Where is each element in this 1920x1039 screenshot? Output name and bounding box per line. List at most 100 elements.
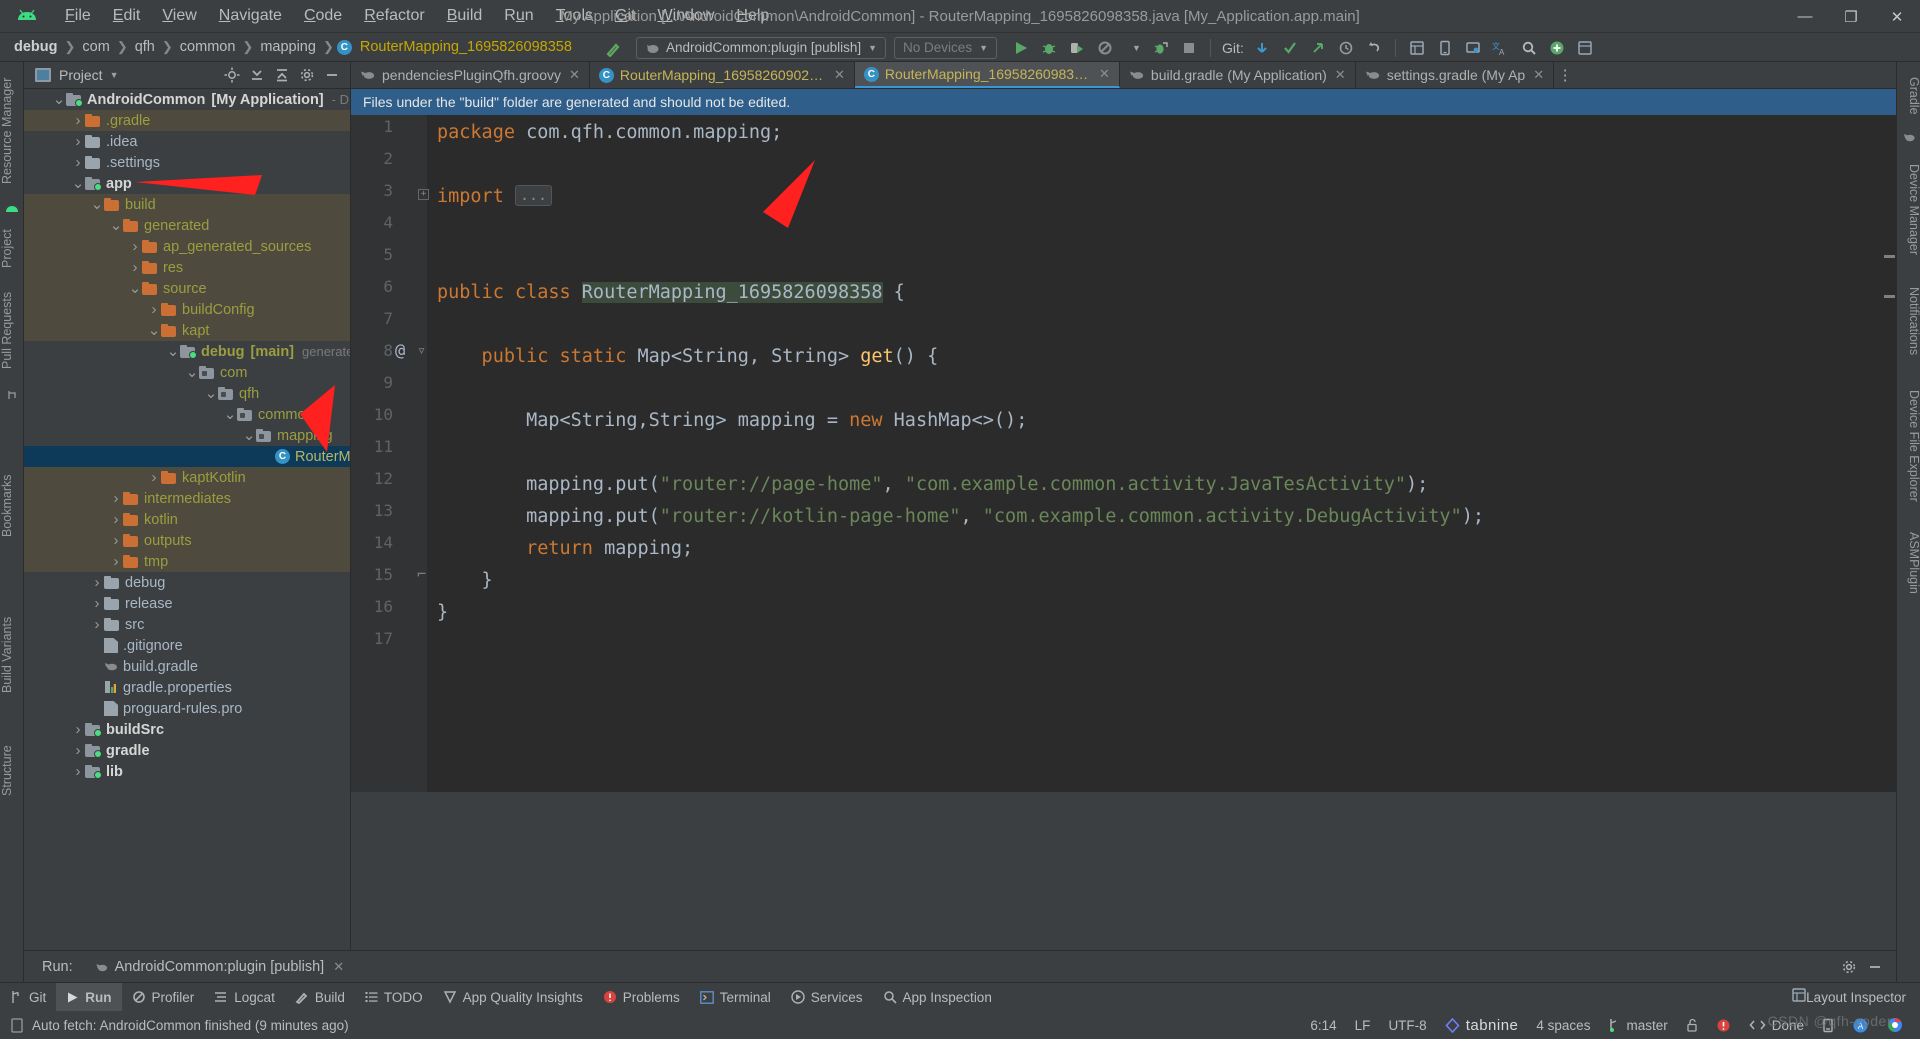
line-separator[interactable]: LF [1346, 1018, 1380, 1033]
error-icon[interactable] [1707, 1018, 1740, 1033]
editor-tab-0[interactable]: pendenciesPluginQfh.groovy ✕ [351, 62, 590, 88]
locate-icon[interactable] [219, 64, 244, 86]
tree-node-app[interactable]: ⌄ app [24, 173, 350, 194]
tree-node-buildconfig[interactable]: › buildConfig [24, 299, 350, 320]
git-commit-icon[interactable] [1276, 36, 1304, 60]
menu-refactor[interactable]: Refactor [353, 4, 435, 28]
tree-node-kapt[interactable]: ⌄ kapt [24, 320, 350, 341]
chevron-right-icon[interactable]: › [71, 740, 85, 761]
history-icon[interactable] [1332, 36, 1360, 60]
tree-node--idea[interactable]: › .idea [24, 131, 350, 152]
bottom-tab-run[interactable]: Run [56, 982, 122, 1012]
chevron-down-icon[interactable]: ⌄ [166, 341, 180, 362]
chevron-down-icon[interactable]: ⌄ [90, 194, 104, 215]
run-panel-tools[interactable] [1836, 955, 1896, 979]
chevron-down-icon[interactable]: ⌄ [128, 278, 142, 299]
bottom-tab-logcat[interactable]: Logcat [204, 983, 285, 1012]
bottom-tab-terminal[interactable]: Terminal [690, 983, 781, 1012]
bottom-tool-window-bar[interactable]: Git Run Profiler Logcat Build TODO App Quality… [0, 982, 1920, 1012]
tree-node-qfh[interactable]: ⌄ qfh [24, 383, 350, 404]
tree-node--gradle[interactable]: › .gradle [24, 110, 350, 131]
menu-edit[interactable]: Edit [102, 4, 152, 28]
sdk-manager-icon[interactable] [1459, 36, 1487, 60]
menu-git[interactable]: Git [604, 4, 646, 28]
tab-overflow-icon[interactable]: ⋮ [1554, 62, 1576, 88]
chevron-right-icon[interactable]: › [90, 572, 104, 593]
close-icon[interactable]: ✕ [1335, 67, 1346, 83]
bottom-tab-profiler[interactable]: Profiler [122, 983, 205, 1012]
git-update-icon[interactable] [1248, 36, 1276, 60]
menu-tools[interactable]: Tools [545, 4, 604, 28]
stripe-device-file-explorer[interactable]: Device File Explorer [1897, 376, 1920, 516]
breadcrumb[interactable]: debug ❯ com ❯ qfh ❯ common ❯ mapping ❯ C… [10, 37, 576, 57]
chevron-right-icon[interactable]: › [109, 509, 123, 530]
editor-tab-2[interactable]: C RouterMapping_1695826098358.java ✕ [854, 62, 1120, 88]
chevron-right-icon[interactable]: › [71, 761, 85, 782]
tree-node-buildsrc[interactable]: › buildSrc [24, 719, 350, 740]
chevron-right-icon[interactable]: › [71, 110, 85, 131]
stripe-project[interactable]: Project [0, 220, 24, 278]
translate-icon[interactable]: 文 A [1487, 36, 1515, 60]
bottom-tab-services[interactable]: Services [781, 983, 873, 1012]
editor-scrollbar[interactable] [1883, 115, 1896, 792]
tree-node-com[interactable]: ⌄ com [24, 362, 350, 383]
tree-node-lib[interactable]: › lib [24, 761, 350, 782]
bottom-tab-problems[interactable]: Problems [593, 983, 690, 1012]
tree-node--settings[interactable]: › .settings [24, 152, 350, 173]
editor-tab-3[interactable]: build.gradle (My Application) ✕ [1120, 62, 1356, 88]
tree-node-common[interactable]: ⌄ common [24, 404, 350, 425]
git-push-icon[interactable] [1304, 36, 1332, 60]
breadcrumb-common[interactable]: common [176, 37, 240, 57]
tree-node-mapping[interactable]: ⌄ mapping [24, 425, 350, 446]
caret-position[interactable]: 6:14 [1301, 1018, 1345, 1033]
maximize-button[interactable]: ❐ [1828, 0, 1874, 33]
close-icon[interactable]: ✕ [1533, 67, 1544, 83]
tree-node-gradle-properties[interactable]: gradle.properties [24, 677, 350, 698]
close-icon[interactable]: ✕ [333, 959, 344, 975]
chevron-right-icon[interactable]: › [128, 236, 142, 257]
tree-node-generated[interactable]: ⌄ generated [24, 215, 350, 236]
chevron-down-icon[interactable]: ⌄ [185, 362, 199, 383]
debug-icon[interactable] [1035, 36, 1063, 60]
tabnine-status[interactable]: tabnine [1436, 1017, 1528, 1034]
code-fold-icon[interactable]: ▿ [417, 341, 426, 359]
tree-node-androidcommon[interactable]: ⌄ AndroidCommon [My Application] - D:\Andro… [24, 89, 350, 110]
editor-tab-bar[interactable]: pendenciesPluginQfh.groovy ✕ C RouterMappin… [351, 62, 1896, 89]
collapse-all-icon[interactable] [269, 64, 294, 86]
breadcrumb-qfh[interactable]: qfh [131, 37, 159, 57]
editor-code-area[interactable]: package com.qfh.common.mapping; import ..… [427, 115, 1896, 792]
indent-setting[interactable]: 4 spaces [1527, 1018, 1599, 1033]
tree-node-tmp[interactable]: › tmp [24, 551, 350, 572]
menu-window[interactable]: Window [646, 4, 725, 28]
window-controls[interactable]: — ❐ ✕ [1782, 0, 1920, 33]
menu-code[interactable]: Code [293, 4, 353, 28]
chevron-down-icon[interactable]: ⌄ [52, 89, 66, 110]
right-tool-stripe[interactable]: Gradle Device Manager Notifications Devi… [1896, 62, 1920, 982]
chevron-right-icon[interactable]: › [109, 530, 123, 551]
chevron-down-icon[interactable]: ⌄ [223, 404, 237, 425]
menu-view[interactable]: View [151, 4, 207, 28]
chevron-right-icon[interactable]: › [90, 614, 104, 635]
breadcrumb-class[interactable]: RouterMapping_1695826098358 [356, 37, 576, 57]
profiler-dropdown-icon[interactable]: ▼ [1119, 36, 1147, 60]
chevron-down-icon[interactable]: ⌄ [71, 173, 85, 194]
tree-node-ap-generated-sources[interactable]: › ap_generated_sources [24, 236, 350, 257]
chevron-right-icon[interactable]: › [71, 131, 85, 152]
tree-node-debug[interactable]: ⌄ debug [main] generated sou [24, 341, 350, 362]
settings-icon[interactable] [1571, 36, 1599, 60]
chevron-down-icon[interactable]: ⌄ [109, 215, 123, 236]
chevron-down-icon[interactable]: ⌄ [242, 425, 256, 446]
chevron-right-icon[interactable]: › [90, 593, 104, 614]
bottom-tab-app-quality-insights[interactable]: App Quality Insights [433, 983, 593, 1012]
chevron-right-icon[interactable]: › [147, 299, 161, 320]
tree-node-src[interactable]: › src [24, 614, 350, 635]
chevron-right-icon[interactable]: › [128, 257, 142, 278]
tree-node-routermappin[interactable]: C RouterMappin [24, 446, 350, 467]
menu-run[interactable]: Run [493, 4, 544, 28]
bottom-tab-todo[interactable]: TODO [355, 983, 433, 1012]
menu-help[interactable]: Help [725, 4, 780, 28]
run-configuration-selector[interactable]: AndroidCommon:plugin [publish] ▼ [636, 36, 887, 59]
bottom-tab-build[interactable]: Build [285, 983, 355, 1012]
bottom-bar-right[interactable]: Layout Inspector [1792, 987, 1920, 1007]
stripe-asm-plugin[interactable]: ASMPlugin [1897, 522, 1920, 604]
